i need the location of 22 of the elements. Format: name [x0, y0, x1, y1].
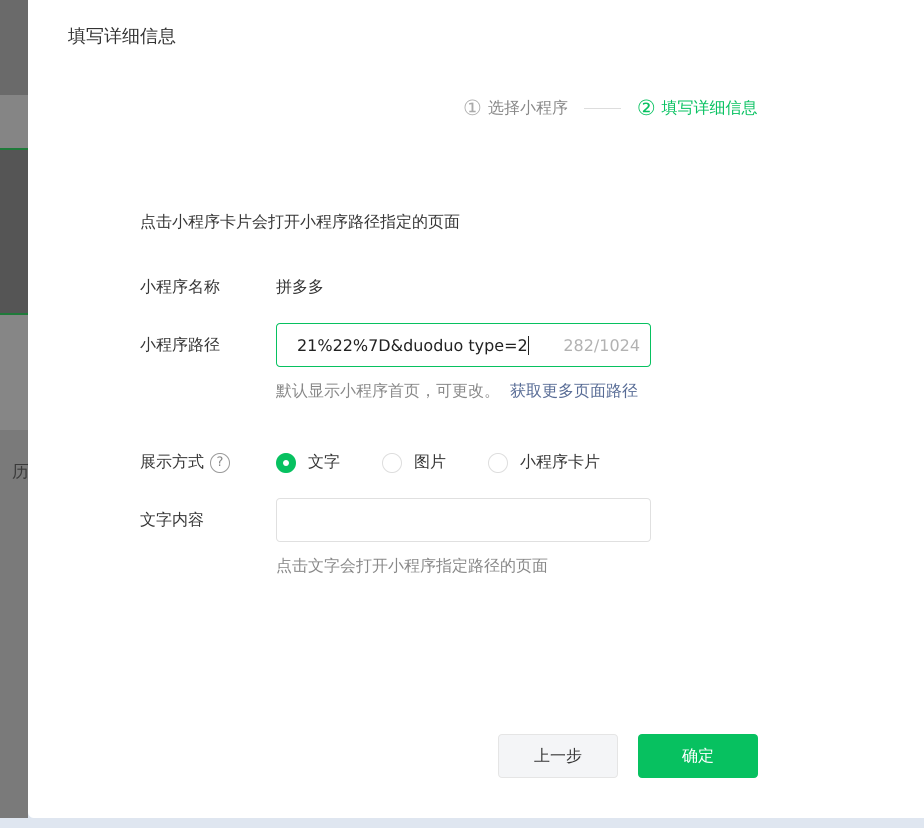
- path-label: 小程序路径: [140, 334, 221, 356]
- description-text: 点击小程序卡片会打开小程序路径指定的页面: [140, 212, 461, 233]
- text-hint: 点击文字会打开小程序指定路径的页面: [276, 556, 549, 577]
- display-label: 展示方式: [140, 452, 204, 473]
- name-value: 拼多多: [276, 277, 324, 298]
- back-button[interactable]: 上一步: [498, 734, 618, 778]
- more-paths-link[interactable]: 获取更多页面路径: [510, 381, 638, 400]
- help-icon[interactable]: ?: [210, 452, 230, 472]
- name-label: 小程序名称: [140, 277, 221, 298]
- radio-icon[interactable]: [276, 452, 296, 472]
- step: ① 选择小程序: [463, 96, 568, 120]
- radio-option[interactable]: 图片: [382, 452, 446, 473]
- path-hint: 默认显示小程序首页，可更改。 获取更多页面路径: [276, 381, 639, 402]
- step: ② 填写详细信息: [636, 96, 758, 120]
- dialog-title: 填写详细信息: [68, 25, 177, 48]
- background-text: 历: [11, 461, 28, 483]
- text-input-field[interactable]: [276, 498, 651, 542]
- text-label: 文字内容: [140, 509, 205, 531]
- path-field[interactable]: 21%22%7D&duoduo type=2 282/1024: [276, 323, 651, 367]
- radio-option[interactable]: 文字: [276, 452, 340, 473]
- char-counter: 282/1024: [563, 336, 640, 354]
- radio-option[interactable]: 小程序卡片: [488, 452, 600, 473]
